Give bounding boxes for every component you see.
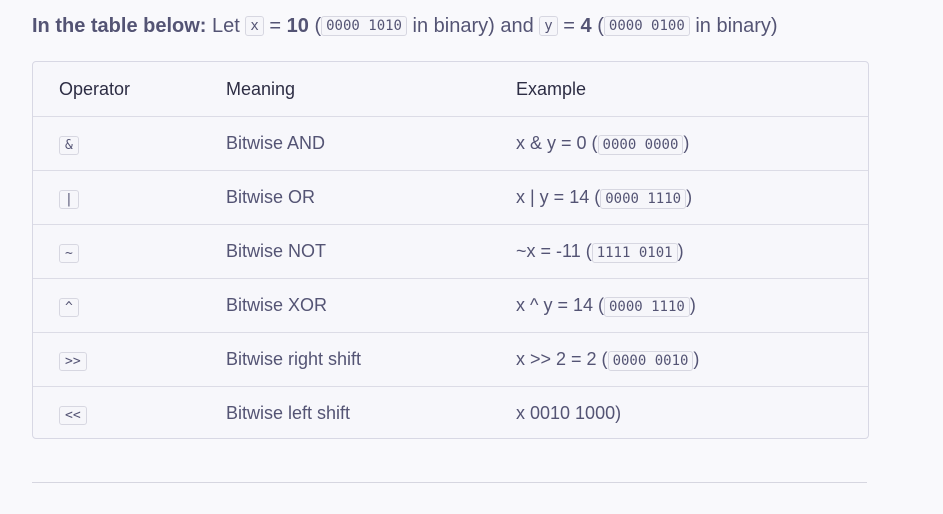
operator-code: << (59, 406, 87, 425)
operator-cell: << (33, 387, 226, 439)
example-cell: x & y = 0 (0000 0000) (516, 116, 868, 171)
header-example: Example (516, 62, 868, 117)
example-text: x & y = 0 ( (516, 133, 598, 153)
operators-table: Operator Meaning Example & Bitwise AND x… (32, 61, 869, 439)
example-binary: 0000 1110 (600, 189, 687, 209)
meaning-cell: Bitwise left shift (226, 403, 351, 423)
example-cell: x 0010 1000) (516, 387, 868, 439)
x-value: 10 (286, 15, 309, 37)
table-row: << Bitwise left shift x 0010 1000) (33, 387, 868, 439)
meaning-cell: Bitwise OR (226, 170, 516, 225)
example-text: x >> 2 = 2 ( (516, 349, 608, 369)
table-header-row: Operator Meaning Example (33, 62, 868, 117)
y-variable: y (539, 16, 558, 36)
operator-code: & (59, 136, 79, 155)
example-text: x ^ y = 14 ( (516, 295, 604, 315)
meaning-cell: Bitwise right shift (226, 332, 516, 387)
example-cell: x | y = 14 (0000 1110) (516, 170, 868, 225)
example-cell: x ^ y = 14 (0000 1110) (516, 278, 868, 333)
example-tail: ) (683, 133, 690, 153)
x-variable: x (245, 16, 264, 36)
operator-code: >> (59, 352, 87, 371)
intro-let: Let (212, 15, 240, 37)
table: Operator Meaning Example & Bitwise AND x… (33, 62, 868, 439)
example-tail: ) (693, 349, 700, 369)
y-binary: 0000 0100 (603, 16, 690, 36)
example-tail: ) (677, 241, 684, 261)
in-binary: in binary) (695, 15, 778, 37)
example-text: x | y = 14 ( (516, 187, 601, 207)
operator-code: ~ (59, 244, 79, 263)
table-row: ~ Bitwise NOT ~x = -11 (1111 0101) (33, 224, 868, 279)
example-cell: ~x = -11 (1111 0101) (516, 224, 868, 279)
equals-sign: = (563, 15, 575, 37)
intro-lead: In the table below: (32, 15, 207, 37)
example-tail: ) (686, 187, 693, 207)
x-binary: 0000 1010 (321, 16, 407, 36)
intro-text: In the table below: Let x = 10 (0000 101… (32, 12, 778, 40)
header-operator: Operator (33, 62, 226, 117)
meaning-cell: Bitwise AND (226, 116, 516, 171)
table-row: ^ Bitwise XOR x ^ y = 14 (0000 1110) (33, 278, 868, 333)
operator-cell: >> (33, 332, 226, 387)
meaning-cell: Bitwise NOT (226, 224, 516, 279)
operator-cell: | (33, 170, 226, 225)
example-tail: ) (689, 295, 696, 315)
example-text: ~x = -11 ( (516, 241, 592, 261)
example-binary: 1111 0101 (591, 243, 678, 263)
table-row: & Bitwise AND x & y = 0 (0000 0000) (33, 116, 868, 171)
table-row: | Bitwise OR x | y = 14 (0000 1110) (33, 170, 868, 225)
operator-cell: ^ (33, 278, 226, 333)
equals-sign: = (269, 15, 282, 37)
table-row: >> Bitwise right shift x >> 2 = 2 (0000 … (33, 332, 868, 387)
example-binary: 0000 0000 (597, 135, 684, 155)
example-binary: 0000 0010 (607, 351, 694, 371)
section-divider (32, 482, 867, 483)
operator-code: | (59, 190, 79, 209)
in-binary-and: in binary) and (412, 15, 534, 37)
operator-code: ^ (59, 298, 79, 317)
header-meaning: Meaning (226, 62, 516, 117)
operator-cell: & (33, 116, 226, 171)
example-text: x 0010 1000) (516, 403, 622, 423)
meaning-cell: Bitwise XOR (226, 278, 516, 333)
example-binary: 0000 1110 (603, 297, 690, 317)
open-paren: ( (597, 15, 604, 37)
y-value: 4 (580, 15, 592, 37)
example-cell: x >> 2 = 2 (0000 0010) (516, 332, 868, 387)
operator-cell: ~ (33, 224, 226, 279)
